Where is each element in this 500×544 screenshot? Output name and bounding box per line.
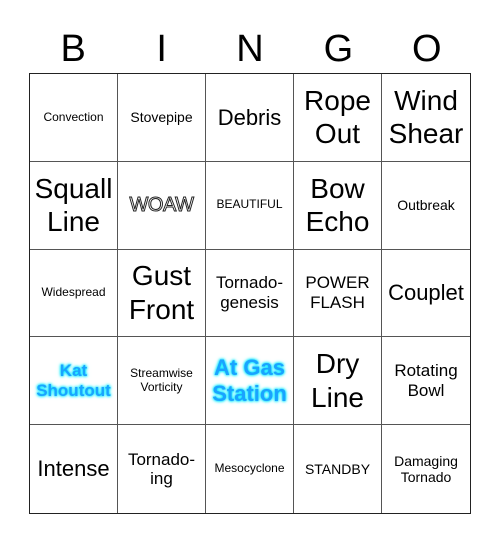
bingo-cell-r2-c5[interactable]: Outbreak <box>382 162 470 250</box>
bingo-card: Convection Stovepipe Debris Rope Out Wind Sh… <box>29 73 471 514</box>
cell-label: Convection <box>43 109 104 124</box>
bingo-cell-r2-c2[interactable]: WOAW <box>118 161 206 250</box>
header-letter-g: G <box>323 28 354 70</box>
bingo-cell-r5-c2[interactable]: Tornado-ing <box>118 425 206 513</box>
bingo-cell-r1-c4[interactable]: Rope Out <box>294 74 382 162</box>
cell-label: At Gas Station <box>212 355 287 406</box>
bingo-cell-r4-c5[interactable]: Rotating Bowl <box>382 337 470 426</box>
cell-label: STANDBY <box>304 461 371 478</box>
bingo-cell-r5-c1[interactable]: Intense <box>30 425 118 513</box>
bingo-cell-r1-c1[interactable]: Convection <box>30 74 118 162</box>
header-letter-n: N <box>236 28 264 70</box>
cell-label: Mesocyclone <box>214 461 285 476</box>
bingo-cell-r5-c4[interactable]: STANDBY <box>294 425 382 513</box>
bingo-cell-r1-c2[interactable]: Stovepipe <box>118 74 206 162</box>
bingo-cell-r3-c2[interactable]: Gust Front <box>118 249 206 338</box>
cell-label: Tornado-ing <box>127 449 196 489</box>
bingo-cell-r2-c4[interactable]: Bow Echo <box>294 161 382 250</box>
bingo-cell-r5-c5[interactable]: Damaging Tornado <box>382 425 470 513</box>
cell-label: Couplet <box>388 280 464 306</box>
bingo-cell-r1-c5[interactable]: Wind Shear <box>382 74 470 162</box>
cell-label: Streamwise Vorticity <box>130 365 193 394</box>
cell-label: Gust Front <box>128 260 195 325</box>
cell-label: Rope Out <box>304 84 371 150</box>
cell-label: Kat Shoutout <box>36 361 111 400</box>
bingo-cell-r4-c4[interactable]: Dry Line <box>294 337 382 426</box>
bingo-cell-r5-c3[interactable]: Mesocyclone <box>206 425 294 513</box>
bingo-cell-r3-c5[interactable]: Couplet <box>382 250 470 338</box>
bingo-cell-r2-c3[interactable]: BEAUTIFUL <box>206 161 294 250</box>
cell-label: Damaging Tornado <box>394 453 458 486</box>
cell-label: Tornado-genesis <box>215 273 284 312</box>
cell-label: Widespread <box>41 285 106 300</box>
header-letter-o: O <box>412 28 442 70</box>
header-letter-b: B <box>60 28 86 70</box>
cell-label: Rotating Bowl <box>394 361 458 400</box>
header-letter-i: I <box>156 28 167 70</box>
bingo-cell-r2-c1[interactable]: Squall Line <box>30 161 118 250</box>
cell-label: BEAUTIFUL <box>216 197 283 212</box>
cell-label: POWER FLASH <box>305 273 370 312</box>
bingo-cell-r1-c3[interactable]: Debris <box>206 74 294 162</box>
cell-label: Wind Shear <box>388 84 464 150</box>
cell-label: WOAW <box>129 193 194 216</box>
bingo-cell-r4-c2[interactable]: Streamwise Vorticity <box>118 337 206 426</box>
cell-label: Debris <box>217 104 282 130</box>
bingo-cell-r3-c3[interactable]: Tornado-genesis <box>206 249 294 338</box>
cell-label: Intense <box>37 456 110 482</box>
bingo-cell-r3-c4[interactable]: POWER FLASH <box>294 249 382 338</box>
cell-label: Outbreak <box>397 197 455 214</box>
cell-label: Squall Line <box>34 172 113 238</box>
bingo-header: B I N G O <box>29 26 471 72</box>
cell-label: Stovepipe <box>130 109 193 126</box>
cell-label: Bow Echo <box>305 172 370 238</box>
cell-label: Dry Line <box>311 348 364 413</box>
bingo-cell-r4-c1[interactable]: Kat Shoutout <box>30 337 118 426</box>
bingo-cell-r4-c3[interactable]: At Gas Station <box>206 337 294 426</box>
bingo-cell-r3-c1[interactable]: Widespread <box>30 249 118 338</box>
